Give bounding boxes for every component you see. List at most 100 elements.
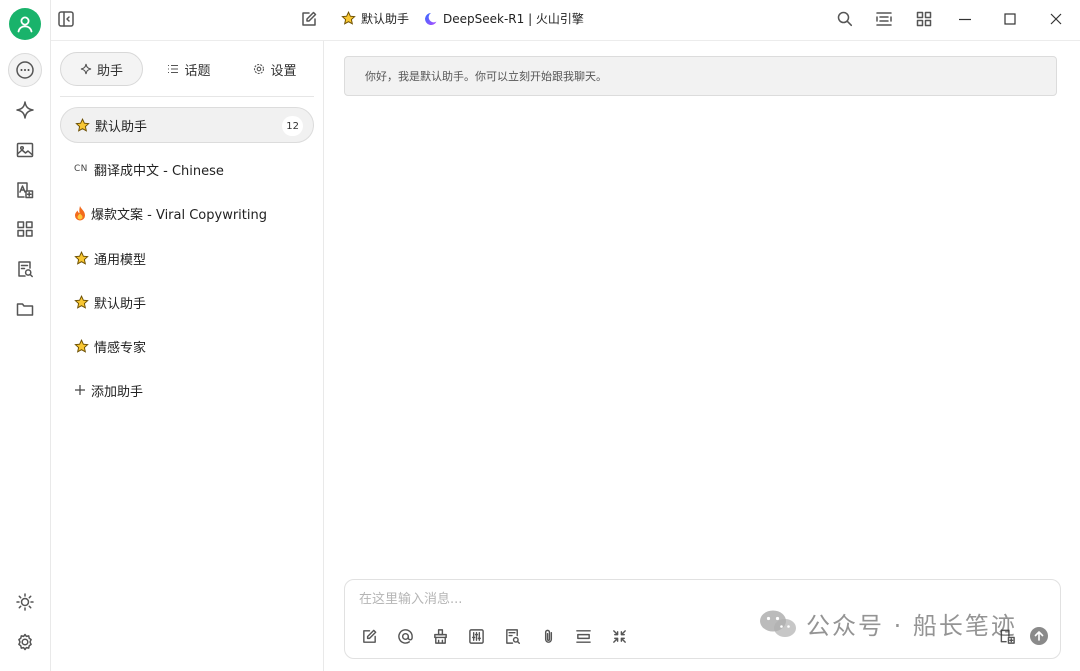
add-assistant-label: 添加助手	[91, 384, 144, 400]
model-name: DeepSeek-R1 | 火山引擎	[443, 12, 584, 26]
current-assistant[interactable]: 默认助手	[341, 10, 409, 27]
maximize-icon	[1004, 13, 1016, 25]
wechat-logo-icon	[760, 610, 796, 637]
star-icon	[74, 338, 89, 353]
rail-theme-button[interactable]	[8, 585, 42, 619]
assistant-item[interactable]: 爆款文案 - Viral Copywriting	[60, 195, 314, 231]
tab-label: 助手	[96, 63, 123, 79]
panel-tabs: 助手 话题 设置	[60, 52, 314, 86]
topic-count-badge: 12	[282, 116, 303, 136]
star-icon	[74, 294, 89, 309]
rail-files-button[interactable]	[8, 292, 42, 326]
tabs-divider	[60, 96, 314, 97]
user-icon	[17, 16, 33, 33]
rail-image-button[interactable]	[8, 133, 42, 167]
chat-bubble-icon	[16, 61, 34, 79]
sparkle-icon	[80, 63, 92, 75]
chat-area: 你好，我是默认助手。你可以立刻开始跟我聊天。	[324, 40, 1080, 671]
assistants-panel: 助手 话题 设置 默认助手 12 CN 翻译成中文 - Chinese 爆款文案…	[51, 40, 324, 671]
fire-icon	[75, 206, 85, 221]
tab-settings[interactable]: 设置	[240, 52, 310, 86]
star-icon	[341, 11, 356, 25]
apps-button[interactable]	[915, 10, 933, 28]
star-icon	[75, 117, 90, 132]
new-topic-button[interactable]	[359, 626, 379, 646]
tab-topics[interactable]: 话题	[154, 52, 224, 86]
left-rail	[0, 0, 51, 671]
assistant-label: 默认助手	[94, 296, 147, 312]
tab-label: 话题	[184, 63, 211, 79]
assistant-item[interactable]: 通用模型	[60, 240, 314, 276]
image-icon	[16, 142, 34, 158]
close-icon	[1050, 13, 1062, 25]
flag-cn-icon: CN	[74, 164, 88, 174]
attach-button[interactable]	[538, 626, 558, 646]
close-button[interactable]	[1047, 10, 1065, 28]
translate-icon	[17, 182, 34, 199]
clear-button[interactable]	[430, 626, 450, 646]
assistant-item[interactable]: 默认助手	[60, 284, 314, 320]
knowledge-base-button[interactable]	[502, 626, 522, 646]
edit-icon	[362, 629, 376, 643]
assistant-name: 默认助手	[361, 12, 410, 26]
layout-button[interactable]	[875, 10, 893, 28]
grid-icon	[17, 221, 33, 237]
greeting-text: 你好，我是默认助手。你可以立刻开始跟我聊天。	[365, 70, 607, 83]
edit-icon	[302, 11, 317, 26]
watermark: 公众号 · 船长笔迹	[758, 606, 1017, 641]
sliders-icon	[468, 628, 484, 644]
grid-icon	[916, 11, 932, 27]
assistant-item[interactable]: 默认助手 12	[60, 107, 314, 143]
assistant-label: 默认助手	[95, 119, 148, 135]
collapse-icon	[612, 629, 626, 643]
rail-chat-button[interactable]	[8, 53, 42, 87]
search-button[interactable]	[836, 10, 854, 28]
folder-icon	[16, 303, 34, 316]
user-avatar[interactable]	[9, 8, 41, 40]
assistant-label: 情感专家	[94, 340, 147, 356]
assistant-item[interactable]: CN 翻译成中文 - Chinese	[60, 151, 314, 187]
document-search-icon	[505, 628, 520, 644]
send-button[interactable]	[1029, 626, 1049, 646]
plus-icon	[75, 385, 85, 395]
search-icon	[837, 11, 853, 27]
rail-settings-button[interactable]	[8, 625, 42, 659]
broom-icon	[433, 628, 447, 644]
model-selector[interactable]: DeepSeek-R1 | 火山引擎	[424, 10, 584, 27]
paperclip-icon	[544, 629, 552, 643]
top-bar: 默认助手 DeepSeek-R1 | 火山引擎	[51, 0, 1080, 40]
gear-icon	[254, 63, 265, 75]
sun-icon	[16, 593, 34, 611]
greeting-message: 你好，我是默认助手。你可以立刻开始跟我聊天。	[344, 56, 1057, 96]
rail-agents-button[interactable]	[8, 93, 42, 127]
star-icon	[74, 250, 89, 265]
deepseek-logo-icon	[425, 12, 437, 25]
sparkle-icon	[16, 101, 34, 119]
add-assistant-button[interactable]: 添加助手	[60, 372, 314, 408]
send-icon	[1030, 627, 1048, 645]
gear-icon	[18, 633, 32, 651]
layout-icon	[876, 12, 892, 26]
mention-button[interactable]	[395, 626, 415, 646]
rail-knowledge-button[interactable]	[8, 252, 42, 286]
list-icon	[168, 64, 179, 74]
new-chat-button[interactable]	[300, 10, 318, 28]
toggle-sidebar-button[interactable]	[57, 10, 75, 28]
sidebar-toggle-icon	[58, 11, 74, 27]
assistant-label: 爆款文案 - Viral Copywriting	[91, 207, 267, 223]
minimize-button[interactable]	[956, 10, 974, 28]
minimize-icon	[959, 18, 971, 21]
expand-height-button[interactable]	[573, 626, 593, 646]
maximize-button[interactable]	[1001, 10, 1019, 28]
rows-icon	[575, 629, 591, 643]
assistant-label: 翻译成中文 - Chinese	[94, 163, 224, 179]
watermark-text: 公众号 · 船长笔迹	[806, 612, 1017, 640]
rail-translate-button[interactable]	[8, 173, 42, 207]
assistant-label: 通用模型	[94, 252, 147, 268]
tab-assistants[interactable]: 助手	[60, 52, 143, 86]
assistant-item[interactable]: 情感专家	[60, 328, 314, 364]
settings-sliders-button[interactable]	[466, 626, 486, 646]
fullscreen-button[interactable]	[609, 626, 629, 646]
at-icon	[397, 628, 413, 644]
rail-apps-button[interactable]	[8, 212, 42, 246]
